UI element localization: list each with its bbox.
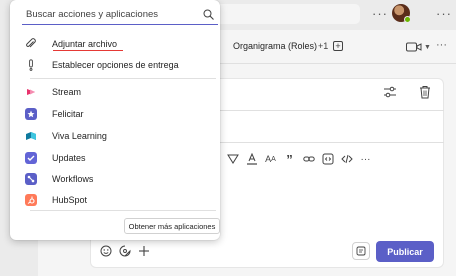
- popup-search-box: [22, 5, 218, 25]
- get-more-apps-button[interactable]: Obtener más aplicaciones: [124, 218, 220, 234]
- code-icon[interactable]: [340, 153, 353, 166]
- compose-top-actions: [383, 85, 432, 99]
- publish-button[interactable]: Publicar: [376, 241, 434, 262]
- paperclip-icon: [24, 37, 38, 51]
- app-item-viva-learning[interactable]: Viva Learning: [22, 126, 212, 146]
- menu-item-label: Establecer opciones de entrega: [52, 60, 179, 70]
- emoji-icon[interactable]: [100, 245, 112, 257]
- settings-sliders-icon[interactable]: [383, 85, 397, 99]
- presence-badge: [404, 16, 411, 23]
- app-item-hubspot[interactable]: HubSpot: [22, 190, 212, 210]
- chevron-down-icon[interactable]: ▼: [424, 44, 431, 51]
- menu-item-delivery-options[interactable]: Establecer opciones de entrega: [22, 55, 212, 75]
- code-block-icon[interactable]: [321, 153, 334, 166]
- link-icon[interactable]: [302, 153, 315, 166]
- delete-icon[interactable]: [418, 85, 432, 99]
- tab-orgchart[interactable]: Organigrama (Roles): [233, 41, 317, 51]
- menu-item-label: Viva Learning: [52, 131, 107, 141]
- menu-item-label: Updates: [52, 153, 86, 163]
- quote-icon[interactable]: ”: [283, 152, 296, 167]
- divider: [30, 78, 216, 79]
- tab-overflow[interactable]: +1: [318, 41, 328, 51]
- font-size-icon[interactable]: AA: [264, 153, 277, 166]
- menu-item-attach-file[interactable]: Adjuntar archivo: [22, 34, 212, 54]
- app-item-stream[interactable]: Stream: [22, 82, 212, 102]
- praise-icon: [24, 107, 38, 121]
- app-item-updates[interactable]: Updates: [22, 148, 212, 168]
- workflows-icon: [24, 172, 38, 186]
- app-item-workflows[interactable]: Workflows: [22, 169, 212, 189]
- menu-item-label: Adjuntar archivo: [52, 39, 118, 49]
- updates-icon: [24, 151, 38, 165]
- add-icon[interactable]: [138, 245, 150, 257]
- app-item-praise[interactable]: Felicitar: [22, 104, 212, 124]
- highlight-icon[interactable]: [226, 153, 239, 166]
- loop-component-icon[interactable]: [352, 242, 370, 260]
- window-more-icon[interactable]: ···: [436, 6, 452, 21]
- menu-item-label: Workflows: [52, 174, 94, 184]
- compose-bottom-actions: [100, 245, 150, 257]
- stream-icon: [24, 85, 38, 99]
- global-search-bar[interactable]: [200, 4, 360, 24]
- viva-learning-icon: [24, 129, 38, 143]
- font-color-icon[interactable]: [245, 153, 258, 166]
- video-call-icon[interactable]: [406, 42, 422, 52]
- hubspot-icon: [24, 193, 38, 207]
- top-more-icon[interactable]: ···: [372, 6, 388, 21]
- add-tab-icon[interactable]: +: [333, 41, 343, 51]
- search-icon[interactable]: [203, 9, 214, 20]
- header-more-icon[interactable]: ···: [436, 39, 447, 51]
- format-toolbar: AA ” ···: [226, 152, 372, 167]
- divider: [30, 210, 216, 211]
- spellcheck-underline: [53, 50, 123, 51]
- search-input[interactable]: [22, 5, 192, 24]
- exclamation-icon: [24, 58, 38, 72]
- menu-item-label: Felicitar: [52, 109, 84, 119]
- menu-item-label: HubSpot: [52, 195, 88, 205]
- sticker-icon[interactable]: [119, 245, 131, 257]
- actions-apps-popup: Adjuntar archivo Establecer opciones de …: [10, 0, 220, 240]
- more-format-icon[interactable]: ···: [359, 153, 372, 166]
- menu-item-label: Stream: [52, 87, 82, 97]
